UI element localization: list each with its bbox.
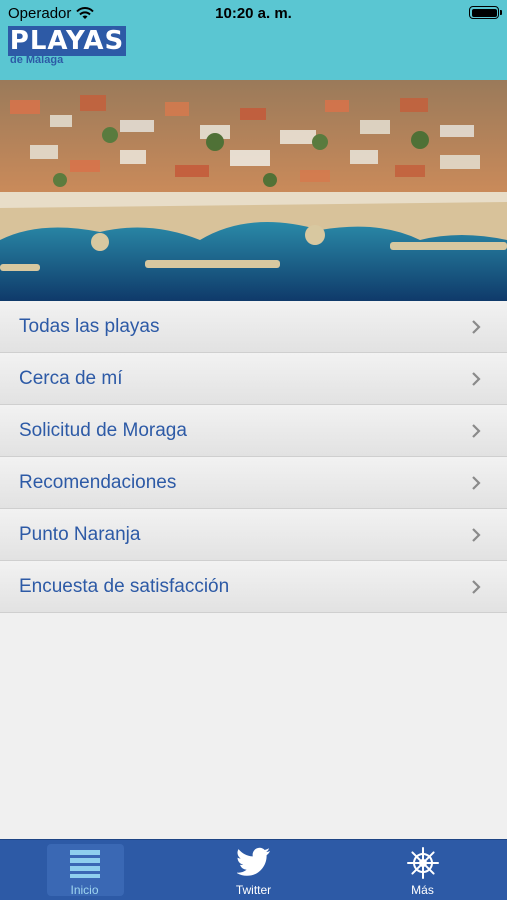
app-header: Operador 10:20 a. m. PLAYAS de Málaga (0, 0, 507, 80)
chevron-right-icon (472, 528, 481, 542)
tab-inicio[interactable]: Inicio (0, 840, 169, 900)
chevron-right-icon (472, 476, 481, 490)
menu-item-encuesta-de-satisfaccion[interactable]: Encuesta de satisfacción (0, 561, 507, 613)
tab-label: Más (411, 883, 434, 897)
chevron-right-icon (472, 580, 481, 594)
status-time: 10:20 a. m. (215, 5, 292, 22)
menu-item-label: Punto Naranja (19, 524, 141, 545)
ship-wheel-icon (406, 847, 439, 879)
twitter-icon (236, 847, 270, 876)
menu-item-punto-naranja[interactable]: Punto Naranja (0, 509, 507, 561)
tab-label: Inicio (70, 883, 99, 897)
menu-item-recomendaciones[interactable]: Recomendaciones (0, 457, 507, 509)
chevron-right-icon (472, 424, 481, 438)
bottom-tab-bar: Inicio Twitter Más (0, 839, 507, 900)
menu-item-label: Solicitud de Moraga (19, 420, 187, 441)
menu-item-solicitud-de-moraga[interactable]: Solicitud de Moraga (0, 405, 507, 457)
chevron-right-icon (472, 372, 481, 386)
logo-subtitle: de Málaga (10, 54, 64, 66)
main-menu: Todas las playas Cerca de mí Solicitud d… (0, 301, 507, 613)
logo-title: PLAYAS (8, 26, 126, 56)
tab-mas[interactable]: Más (338, 840, 507, 900)
app-logo: PLAYAS de Málaga (8, 26, 126, 68)
menu-item-label: Encuesta de satisfacción (19, 576, 230, 597)
menu-item-label: Todas las playas (19, 316, 160, 337)
battery-icon (469, 6, 502, 19)
menu-item-todas-las-playas[interactable]: Todas las playas (0, 301, 507, 353)
hero-beach-image (0, 80, 507, 301)
menu-item-label: Cerca de mí (19, 368, 123, 389)
menu-item-label: Recomendaciones (19, 472, 177, 493)
tab-label: Twitter (235, 883, 272, 897)
status-bar: Operador 10:20 a. m. (0, 0, 507, 26)
list-icon (69, 850, 100, 878)
chevron-right-icon (472, 320, 481, 334)
menu-item-cerca-de-mi[interactable]: Cerca de mí (0, 353, 507, 405)
tab-twitter[interactable]: Twitter (169, 840, 338, 900)
